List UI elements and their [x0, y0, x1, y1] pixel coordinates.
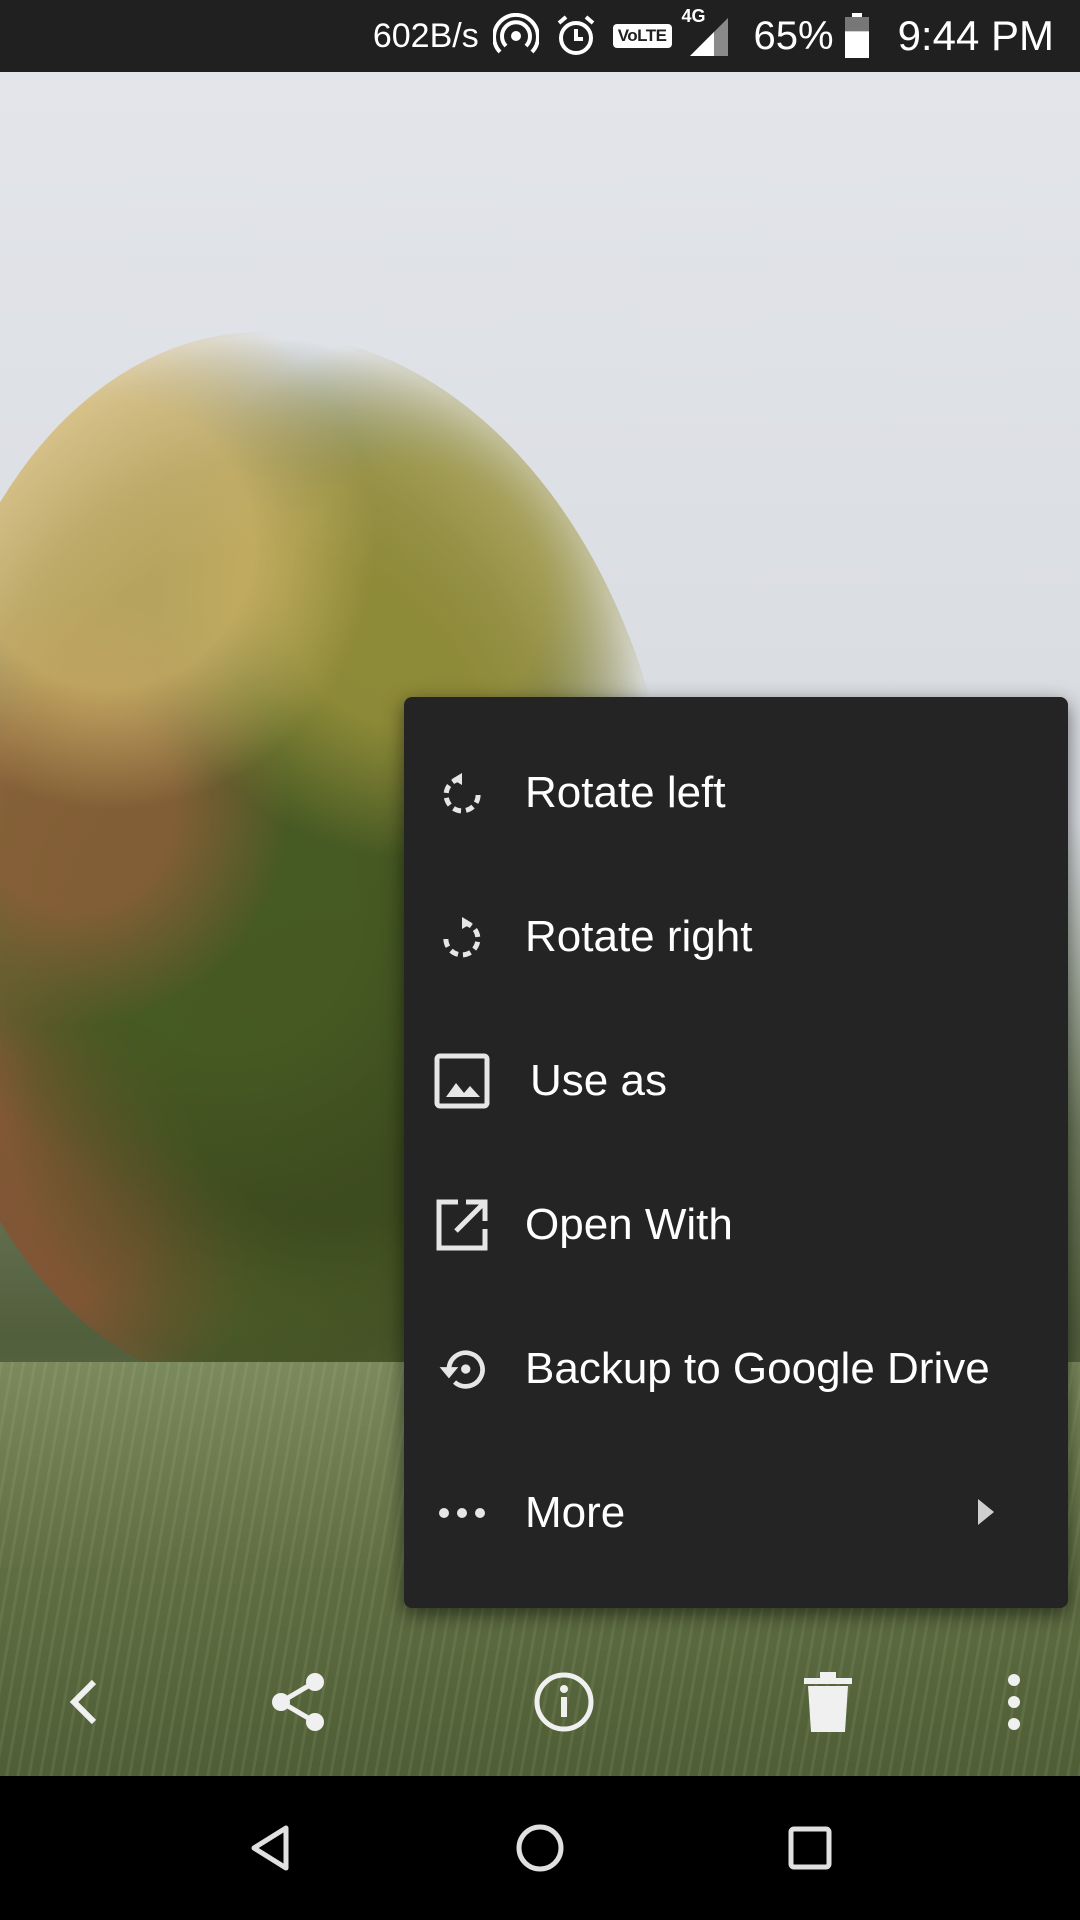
more-horizontal-icon [434, 1485, 490, 1541]
share-button[interactable] [251, 1654, 347, 1750]
share-icon [272, 1673, 324, 1731]
status-bar: 602B/s VoLTE 4G 65% 9:44 PM [0, 0, 1080, 72]
nav-recents-button[interactable] [774, 1812, 846, 1884]
back-button[interactable] [36, 1654, 132, 1750]
menu-item-label: Rotate right [525, 912, 753, 961]
menu-item-open-with[interactable]: Open With [404, 1153, 1068, 1297]
nav-recents-icon [788, 1826, 832, 1870]
photo-toolbar [0, 1630, 1080, 1776]
battery-icon [844, 13, 870, 59]
menu-item-label: Use as [530, 1056, 667, 1105]
menu-item-backup-google-drive[interactable]: Backup to Google Drive [404, 1297, 1068, 1441]
menu-item-label: More [525, 1488, 626, 1537]
nav-home-button[interactable] [504, 1812, 576, 1884]
menu-item-rotate-right[interactable]: Rotate right [404, 865, 1068, 1009]
menu-item-label: Backup to Google Drive [525, 1344, 990, 1393]
net-speed: 602B/s [372, 16, 479, 55]
menu-item-label: Open With [525, 1200, 733, 1249]
backup-icon [434, 1341, 490, 1397]
rotate-right-icon [434, 909, 490, 965]
clock: 9:44 PM [897, 12, 1054, 59]
battery-percent: 65% [753, 13, 834, 58]
info-button[interactable] [516, 1654, 612, 1750]
menu-item-label: Rotate left [525, 768, 726, 817]
menu-item-rotate-left[interactable]: Rotate left [404, 721, 1068, 865]
alarm-icon [553, 13, 599, 59]
menu-item-use-as[interactable]: Use as [404, 1009, 1068, 1153]
delete-icon [804, 1672, 852, 1732]
hotspot-icon [492, 13, 539, 59]
menu-item-more[interactable]: More [404, 1441, 1068, 1585]
system-nav-bar [0, 1776, 1080, 1920]
info-icon [534, 1672, 594, 1732]
nav-home-icon [516, 1824, 564, 1872]
nav-back-icon [251, 1825, 289, 1871]
delete-button[interactable] [780, 1654, 876, 1750]
more-vertical-icon [1008, 1674, 1020, 1730]
open-external-icon [434, 1197, 490, 1253]
submenu-arrow-icon [976, 1488, 996, 1538]
signal-icon: 4G [682, 6, 730, 58]
more-options-button[interactable] [966, 1654, 1062, 1750]
nav-back-button[interactable] [234, 1812, 306, 1884]
overflow-menu: Rotate left Rotate right Use as Open Wit… [404, 697, 1068, 1608]
image-icon [434, 1053, 490, 1109]
volte-badge: VoLTE [612, 24, 672, 48]
network-type: 4G [681, 6, 706, 26]
back-icon [69, 1679, 97, 1725]
rotate-left-icon [434, 765, 490, 821]
